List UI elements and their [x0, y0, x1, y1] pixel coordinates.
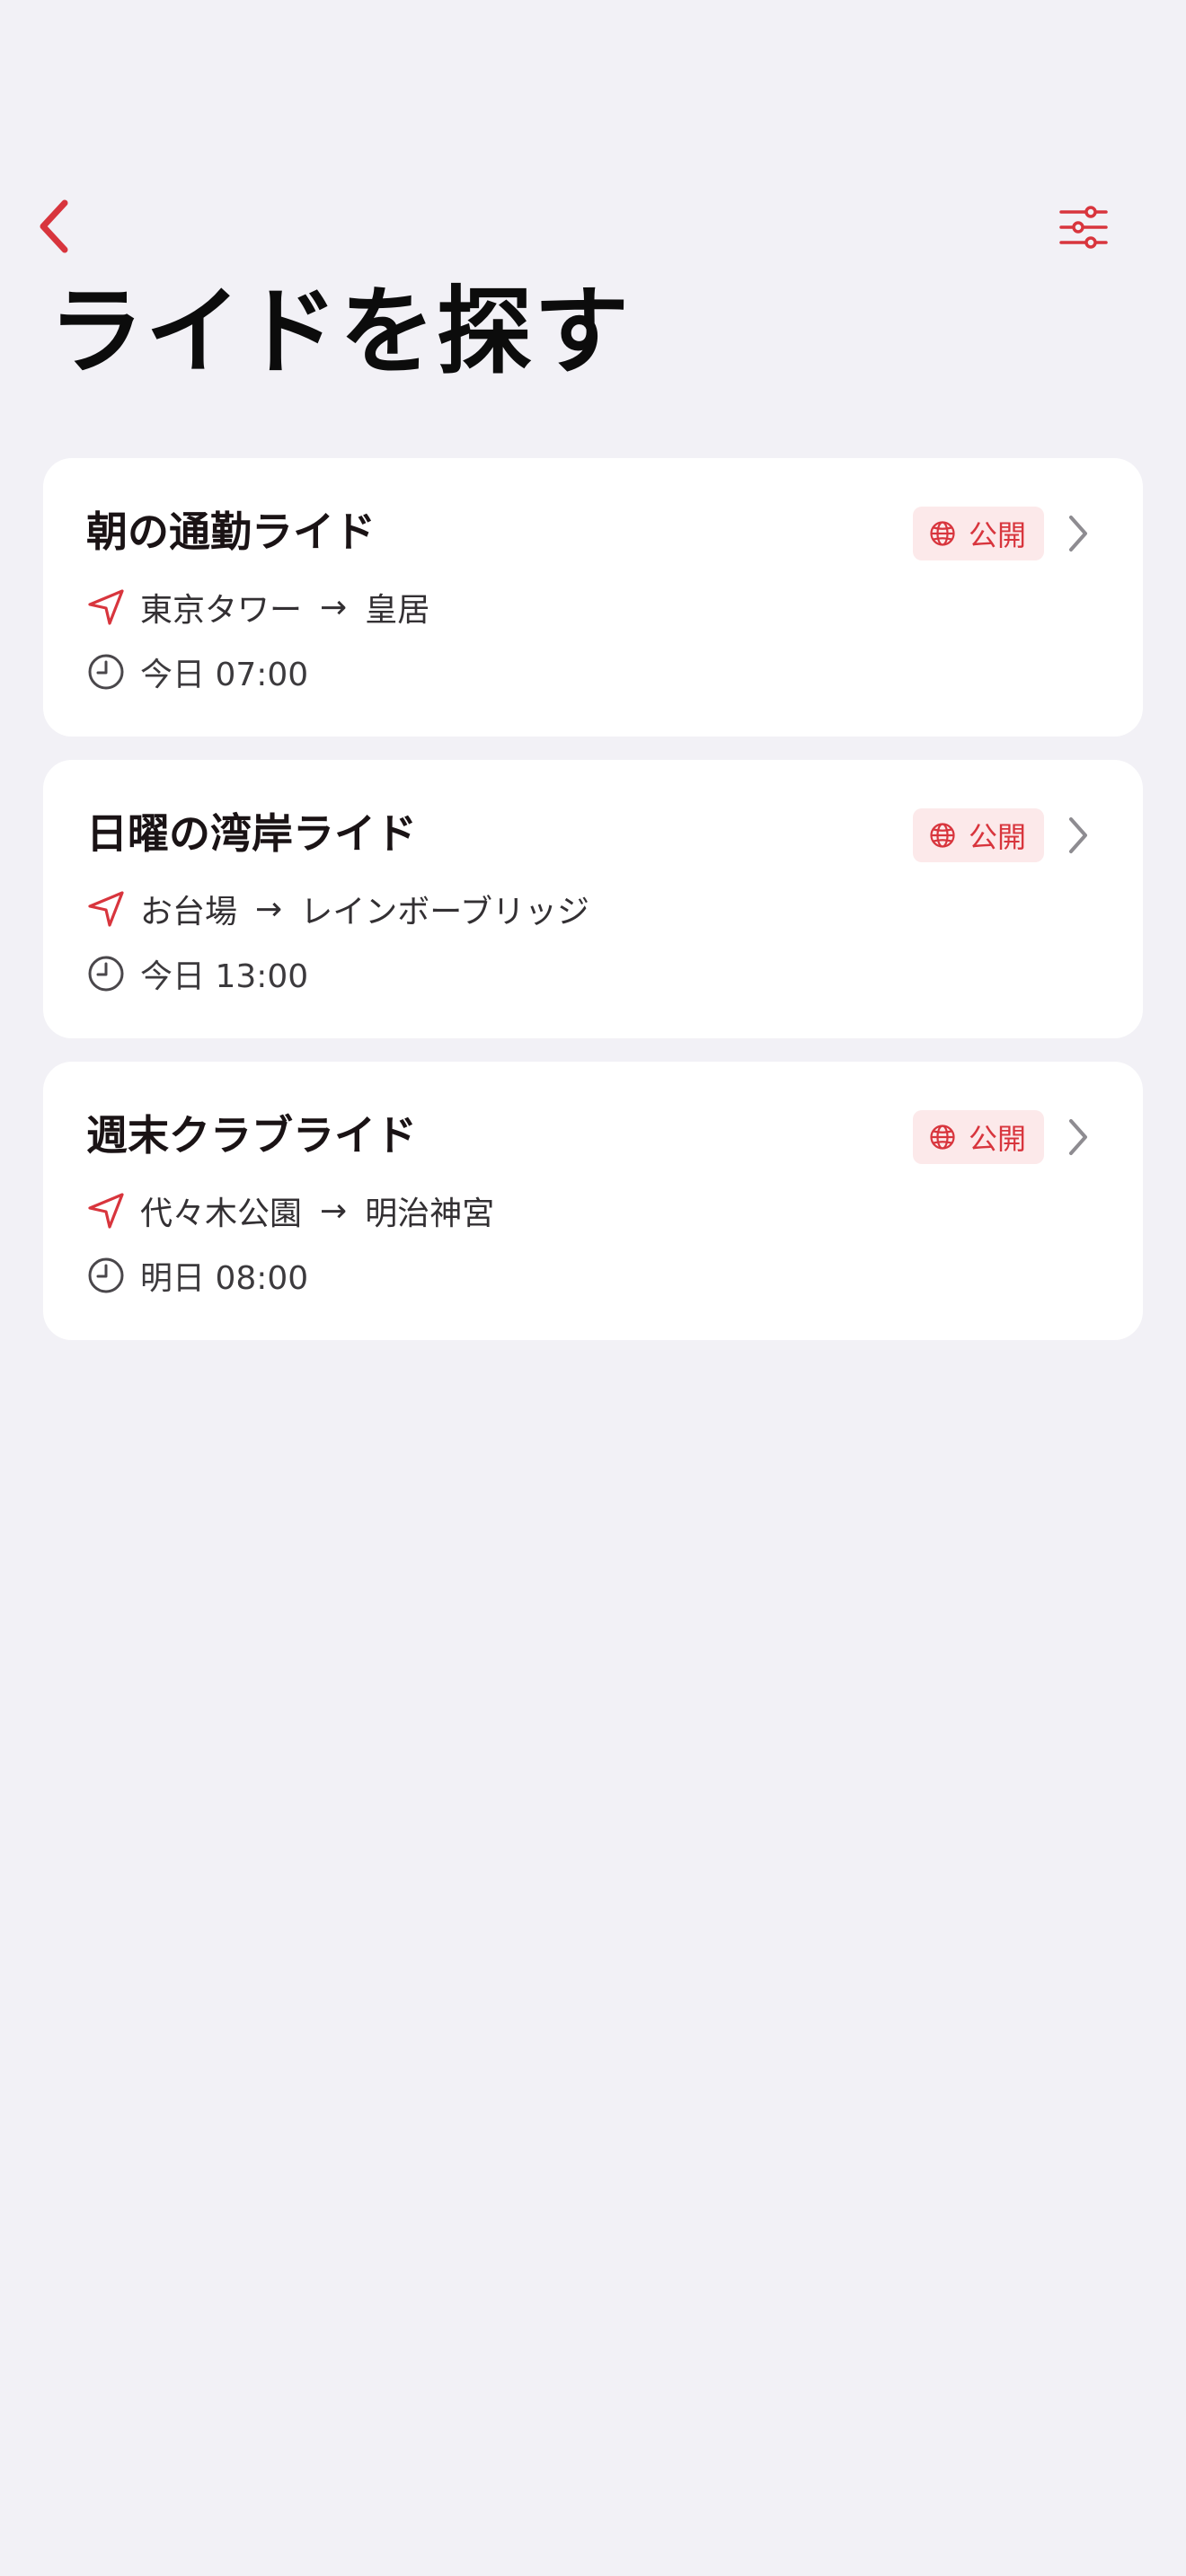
ride-card[interactable]: 週末クラブライド 公開 代々木公園 → 明治神宮 明日 08:00 [43, 1062, 1143, 1340]
route-arrow: → [320, 1192, 348, 1230]
route-destination: 明治神宮 [365, 1195, 495, 1232]
badge-label: 公開 [968, 518, 1026, 552]
ride-title: 日曜の湾岸ライド [86, 809, 417, 858]
location-arrow-icon [88, 1193, 124, 1229]
visibility-badge: 公開 [912, 808, 1044, 862]
globe-icon [930, 823, 955, 848]
ride-time: 今日 13:00 [140, 958, 309, 995]
ride-card[interactable]: 日曜の湾岸ライド 公開 お台場 → レインボーブリッジ 今日 13:00 [43, 760, 1143, 1038]
route-origin: お台場 [140, 894, 238, 931]
ride-title: 朝の通勤ライド [86, 507, 376, 556]
clock-icon [88, 956, 124, 992]
ride-title: 週末クラブライド [86, 1111, 417, 1160]
ride-time: 明日 08:00 [140, 1260, 309, 1297]
badge-label: 公開 [968, 1122, 1026, 1156]
clock-icon [88, 1257, 124, 1293]
location-arrow-icon [88, 589, 124, 625]
visibility-badge: 公開 [912, 507, 1044, 560]
navigation-bar: ライドを探す [0, 0, 1186, 387]
visibility-badge: 公開 [912, 1110, 1044, 1164]
globe-icon [930, 1125, 955, 1150]
route-destination: 皇居 [365, 592, 430, 629]
route-origin: 東京タワー [140, 592, 303, 629]
time-row: 今日 13:00 [86, 950, 308, 997]
sliders-icon [1059, 206, 1108, 249]
back-button[interactable] [27, 192, 81, 260]
ride-time: 今日 07:00 [140, 657, 309, 693]
time-row: 明日 08:00 [86, 1252, 308, 1299]
chevron-right-icon [1069, 817, 1087, 853]
route-row: お台場 → レインボーブリッジ [86, 886, 589, 932]
route-arrow: → [255, 890, 283, 928]
globe-icon [930, 521, 955, 546]
route-destination: レインボーブリッジ [300, 894, 590, 931]
badge-label: 公開 [968, 820, 1026, 854]
chevron-left-icon [40, 199, 68, 253]
route-row: 東京タワー → 皇居 [86, 584, 429, 631]
route-row: 代々木公園 → 明治神宮 [86, 1187, 494, 1234]
location-arrow-icon [88, 891, 124, 927]
chevron-right-icon [1069, 1119, 1087, 1155]
page-title: ライドを探す [49, 277, 631, 387]
clock-icon [88, 654, 124, 690]
chevron-right-icon [1069, 516, 1087, 551]
ride-list: 朝の通勤ライド 公開 東京タワー → 皇居 今日 07:00 日曜の湾岸ライド … [43, 458, 1143, 1363]
route-arrow: → [320, 588, 348, 626]
time-row: 今日 07:00 [86, 648, 308, 695]
ride-card[interactable]: 朝の通勤ライド 公開 東京タワー → 皇居 今日 07:00 [43, 458, 1143, 737]
filter-button[interactable] [1051, 199, 1116, 255]
route-origin: 代々木公園 [140, 1195, 303, 1232]
